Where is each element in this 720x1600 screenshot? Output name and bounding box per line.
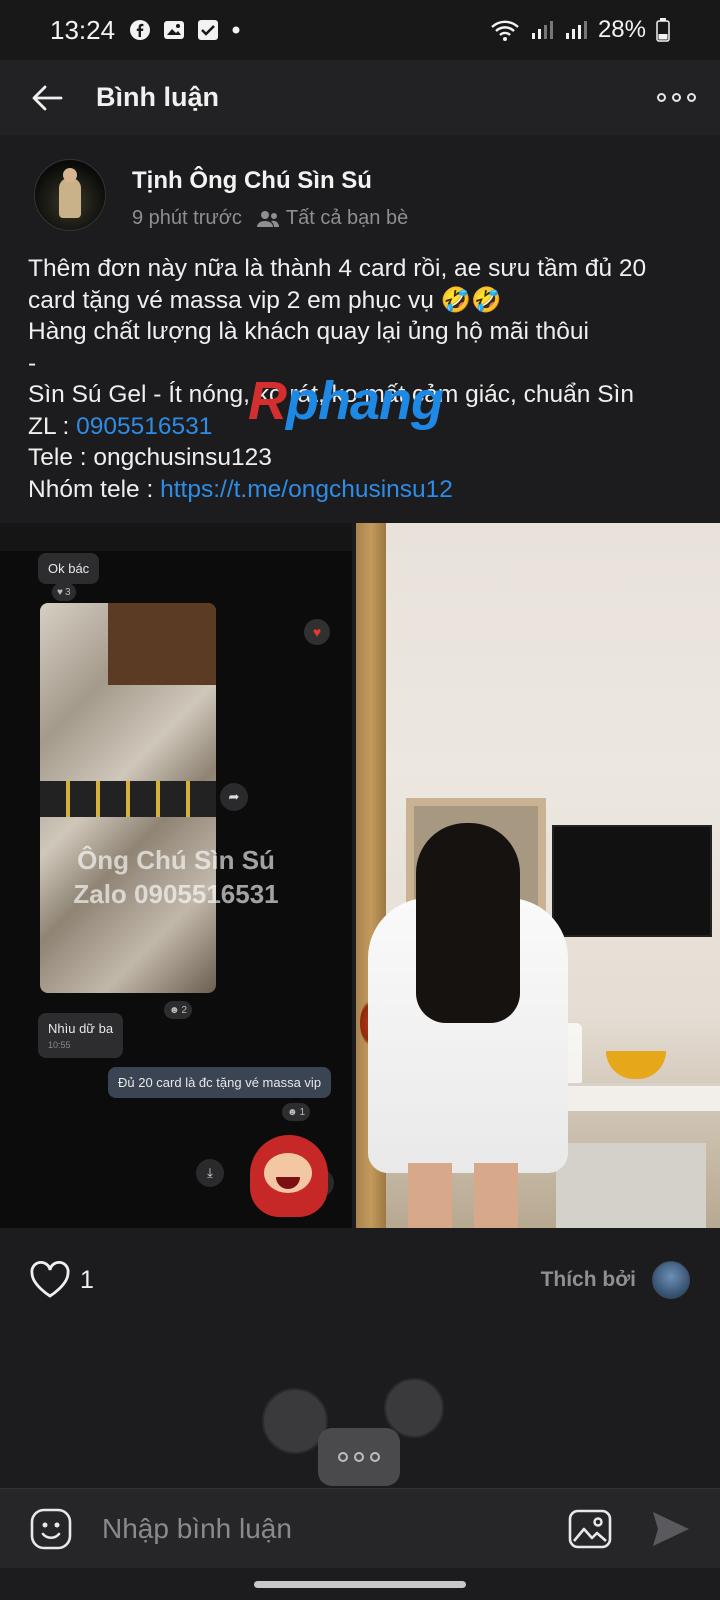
emoji-icon[interactable] [30,1508,72,1550]
gesture-bar [0,1568,720,1600]
chat-message: Ok bác [38,553,100,584]
tele-line: Tele : ongchusinsu123 [28,444,272,471]
avatar[interactable] [34,159,106,231]
post-text-line: Thêm đơn này nữa là thành 4 card rồi, ae… [28,255,647,282]
status-bar: 13:24 28% [0,0,720,60]
telegram-link[interactable]: https://t.me/ongchusinsu12 [160,476,453,503]
group-line: Nhóm tele : https://t.me/ongchusinsu12 [28,475,453,503]
image-watermark: Zalo 0905516531 [73,879,279,909]
heart-icon[interactable] [28,1258,72,1302]
post-image-chat[interactable]: Ok bác ♥ 3 ♥ ➦ Ông Chú Sìn Sú Zalo 090551… [0,523,352,1228]
more-options-button[interactable] [657,93,696,102]
chat-reaction: ☻ 2 [164,1001,193,1019]
signal-icon [565,21,587,39]
chat-photo [40,603,216,993]
wifi-icon [491,20,519,41]
like-count: 1 [80,1265,94,1294]
post-time: 9 phút trước [132,207,242,229]
back-button[interactable] [22,73,72,123]
reactions-row: 1 Thích bởi [0,1245,720,1315]
post: Tịnh Ông Chú Sìn Sú 9 phút trước Tất cả … [0,135,720,1255]
chat-reaction: ♥ 3 [52,583,76,601]
page-title: Bình luận [96,82,219,112]
post-image-room[interactable] [356,523,720,1228]
facebook-icon [130,20,151,40]
checkbox-icon [198,20,219,40]
download-icon: ⤓ [196,1159,224,1187]
friends-icon [256,210,279,227]
phone-link[interactable]: 0905516531 [76,413,212,440]
chat-reaction: ☻ 1 [282,1103,311,1121]
status-time: 13:24 [50,14,116,45]
arrow-left-icon [32,85,63,110]
dot-icon [232,26,240,34]
post-text-line: Hàng chất lượng là khách quay lại ủng hộ… [28,318,589,345]
chat-message-own: Đủ 20 card là đc tặng vé massa vip [108,1067,332,1098]
typing-bubble-icon [318,1428,400,1486]
header: Bình luận [0,60,720,135]
chat-message: Nhìu dữ ba 10:55 [38,1013,124,1058]
audience: Tất cả bạn bè [256,207,408,230]
image-watermark: Ông Chú Sìn Sú [77,845,275,875]
sticker [250,1135,328,1217]
more-horizontal-icon [657,93,666,102]
gallery-icon [164,21,185,39]
comment-input[interactable] [102,1512,522,1545]
liker-avatar[interactable] [652,1261,690,1299]
comment-bar [0,1488,720,1568]
heart-icon: ♥ [304,619,330,645]
battery-percent: 28% [597,16,646,43]
chat-header [0,523,352,551]
send-icon[interactable] [650,1508,692,1550]
signal-icon [531,21,553,39]
battery-icon [656,18,670,42]
image-icon[interactable] [568,1509,612,1549]
post-author: Tịnh Ông Chú Sìn Sú 9 phút trước Tất cả … [34,159,408,231]
notification-icons [129,19,241,41]
post-text-line: card tặng vé massa vip 2 em phục vụ 🤣🤣 [28,286,502,314]
empty-comments-illustration [262,1378,462,1488]
share-icon: ➦ [220,783,248,811]
liked-by-label[interactable]: Thích bởi [541,1268,636,1292]
home-indicator[interactable] [254,1580,466,1588]
audience-label: Tất cả bạn bè [285,207,409,229]
brand-watermark: Rphang [248,371,444,431]
author-name[interactable]: Tịnh Ông Chú Sìn Sú [132,167,408,195]
